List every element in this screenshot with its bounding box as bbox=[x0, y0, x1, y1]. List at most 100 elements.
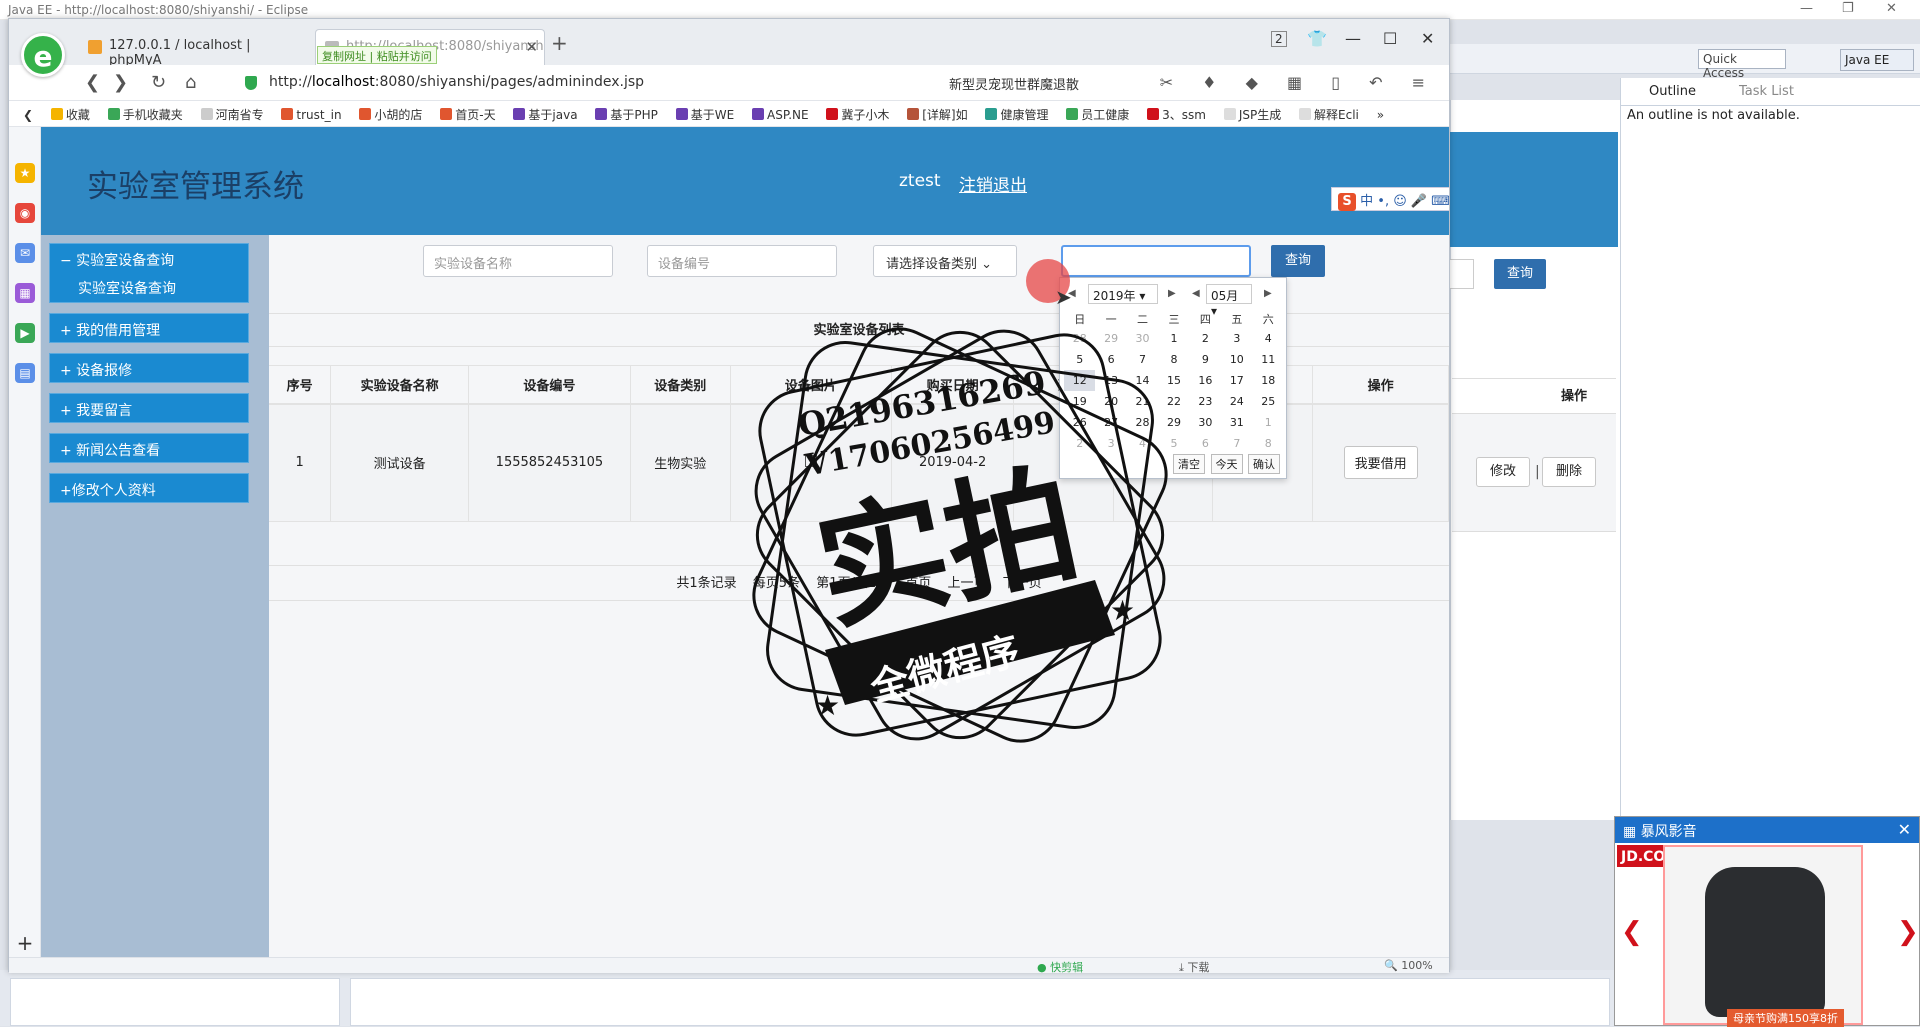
tab-phpmyadmin[interactable]: 127.0.0.1 / localhost | phpMyA bbox=[79, 29, 269, 68]
notes-icon[interactable]: ▤ bbox=[15, 363, 35, 383]
ad-next-icon[interactable]: ❯ bbox=[1897, 917, 1919, 947]
calendar-day[interactable]: 10 bbox=[1221, 349, 1252, 370]
calendar-day[interactable]: 3 bbox=[1221, 328, 1252, 349]
bookmark-item[interactable]: 小胡的店 bbox=[359, 101, 422, 123]
browser-logo-icon[interactable]: e bbox=[21, 33, 65, 77]
back-icon[interactable]: ❮ bbox=[85, 72, 100, 93]
sidebar-item-repair[interactable]: + 设备报修 bbox=[49, 353, 249, 383]
calendar-day[interactable]: 2 bbox=[1064, 433, 1095, 454]
pager-next[interactable]: 下一页 bbox=[1003, 576, 1042, 591]
calendar-day[interactable]: 27 bbox=[1095, 412, 1126, 433]
close-tab-icon[interactable]: ✕ bbox=[525, 38, 538, 56]
download-button[interactable]: ⤓ 下载 bbox=[1179, 959, 1209, 975]
quick-access-field[interactable]: Quick Access bbox=[1698, 49, 1786, 80]
calendar-day[interactable]: 18 bbox=[1253, 370, 1284, 391]
java-ee-perspective-button[interactable]: Java EE bbox=[1840, 49, 1914, 71]
bookmarks-back-icon[interactable]: ❮ bbox=[23, 103, 33, 122]
year-select[interactable]: 2019年 ▾ bbox=[1088, 284, 1158, 304]
edit-button[interactable]: 修改 bbox=[1476, 457, 1530, 487]
sidebar-subitem-equipment-query[interactable]: 实验室设备查询 bbox=[78, 278, 176, 298]
mail-icon[interactable]: ✉ bbox=[15, 243, 35, 263]
calendar-day[interactable]: 9 bbox=[1190, 349, 1221, 370]
sidebar-item-equipment-query[interactable]: − 实验室设备查询 实验室设备查询 bbox=[49, 243, 249, 303]
bookmark-item[interactable]: 解释Ecli bbox=[1299, 101, 1359, 123]
calendar-day[interactable]: 3 bbox=[1095, 433, 1126, 454]
calendar-day[interactable]: 6 bbox=[1190, 433, 1221, 454]
tab-task-list[interactable]: Task List bbox=[1739, 84, 1794, 99]
bookmark-item[interactable]: 冀子小木 bbox=[826, 101, 889, 123]
bookmark-item[interactable]: 首页-天 bbox=[440, 101, 496, 123]
today-button[interactable]: 今天 bbox=[1210, 454, 1243, 474]
sidebar-item-message[interactable]: + 我要留言 bbox=[49, 393, 249, 423]
calendar-day[interactable]: 6 bbox=[1095, 349, 1126, 370]
minimize-icon[interactable]: — bbox=[1345, 29, 1361, 48]
background-query-button[interactable]: 查询 bbox=[1494, 259, 1546, 289]
calendar-day[interactable]: 20 bbox=[1095, 391, 1126, 412]
calendar-day[interactable]: 28 bbox=[1064, 328, 1095, 349]
close-window-icon[interactable]: ✕ bbox=[1421, 29, 1434, 48]
favorites-icon[interactable]: ★ bbox=[15, 163, 35, 183]
calendar-day[interactable]: 4 bbox=[1127, 433, 1158, 454]
calendar-day[interactable]: 13 bbox=[1095, 370, 1126, 391]
sidebar-item-profile[interactable]: +修改个人资料 bbox=[49, 473, 249, 503]
bookmark-item[interactable]: 健康管理 bbox=[985, 101, 1048, 123]
bookmarks-more-icon[interactable]: » bbox=[1377, 103, 1384, 122]
next-month-icon[interactable]: ▶ bbox=[1264, 288, 1272, 299]
sidebar-item-borrow[interactable]: + 我的借用管理 bbox=[49, 313, 249, 343]
calendar-day[interactable]: 26 bbox=[1064, 412, 1095, 433]
clear-button[interactable]: 清空 bbox=[1173, 454, 1205, 474]
query-button[interactable]: 查询 bbox=[1271, 245, 1325, 277]
calendar-day[interactable]: 29 bbox=[1158, 412, 1189, 433]
calendar-day[interactable]: 4 bbox=[1253, 328, 1284, 349]
eclipse-close-icon[interactable]: ✕ bbox=[1886, 1, 1897, 16]
date-input[interactable] bbox=[1061, 245, 1251, 277]
calendar-day[interactable]: 22 bbox=[1158, 391, 1189, 412]
video-icon[interactable]: ▶ bbox=[15, 323, 35, 343]
new-tab-icon[interactable]: + bbox=[551, 31, 568, 55]
calendar-day[interactable]: 1 bbox=[1253, 412, 1284, 433]
tab-outline[interactable]: Outline bbox=[1649, 84, 1696, 99]
bookmark-item[interactable]: trust_in bbox=[281, 103, 342, 122]
calendar-day[interactable]: 8 bbox=[1253, 433, 1284, 454]
refresh-icon[interactable]: ↻ bbox=[151, 72, 166, 93]
ime-toolbar[interactable]: S 中 •, ☺ 🎤 ⌨ ✉ 👕 ▦ bbox=[1331, 187, 1449, 211]
bookmark-item[interactable]: 3、ssm bbox=[1147, 101, 1206, 123]
toolbar-icons[interactable]: ✂ ♦ ◆ ▦ ▯ ↶ ≡ bbox=[1160, 73, 1437, 92]
calendar-day[interactable]: 11 bbox=[1253, 349, 1284, 370]
month-select[interactable]: 05月 ▾ bbox=[1206, 284, 1252, 318]
calendar-day[interactable]: 16 bbox=[1190, 370, 1221, 391]
eclipse-restore-icon[interactable]: ❐ bbox=[1842, 1, 1854, 16]
bookmark-item[interactable]: ASP.NE bbox=[752, 103, 809, 122]
calendar-day[interactable]: 24 bbox=[1221, 391, 1252, 412]
prev-month-icon[interactable]: ◀ bbox=[1192, 288, 1200, 299]
forward-icon[interactable]: ❯ bbox=[113, 72, 128, 93]
sidebar-item-news[interactable]: + 新闻公告查看 bbox=[49, 433, 249, 463]
apps-icon[interactable]: ▦ bbox=[15, 283, 35, 303]
equipment-code-input[interactable]: 设备编号 bbox=[647, 245, 837, 277]
calendar-day[interactable]: 30 bbox=[1190, 412, 1221, 433]
eclipse-minimize-icon[interactable]: — bbox=[1800, 1, 1813, 16]
bookmark-item[interactable]: 基于WE bbox=[675, 101, 734, 123]
bookmark-item[interactable]: 基于java bbox=[513, 101, 578, 123]
bookmark-item[interactable]: 基于PHP bbox=[595, 101, 658, 123]
calendar-day[interactable]: 30 bbox=[1127, 328, 1158, 349]
bookmark-item[interactable]: 河南省专 bbox=[200, 101, 264, 123]
weibo-icon[interactable]: ◉ bbox=[15, 203, 35, 223]
pager-first[interactable]: 首页 bbox=[905, 576, 931, 591]
calendar-day[interactable]: 17 bbox=[1221, 370, 1252, 391]
url-field[interactable]: http://localhost:8080/shiyanshi/pages/ad… bbox=[269, 74, 644, 90]
home-icon[interactable]: ⌂ bbox=[185, 72, 196, 93]
bookmark-item[interactable]: 手机收藏夹 bbox=[107, 101, 183, 123]
calendar-day[interactable]: 14 bbox=[1127, 370, 1158, 391]
calendar-day[interactable]: 12 bbox=[1064, 370, 1096, 391]
ad-image[interactable] bbox=[1663, 845, 1863, 1025]
bookmark-item[interactable]: 员工健康 bbox=[1066, 101, 1129, 123]
copy-url-hint[interactable]: 复制网址 | 粘贴并访问 bbox=[317, 46, 437, 64]
ad-prev-icon[interactable]: ❮ bbox=[1621, 917, 1643, 947]
calendar-day[interactable]: 7 bbox=[1127, 349, 1158, 370]
category-select[interactable]: 请选择设备类别 ⌄ bbox=[873, 245, 1017, 277]
calendar-day[interactable]: 19 bbox=[1064, 391, 1095, 412]
borrow-button[interactable]: 我要借用 bbox=[1343, 446, 1418, 480]
equipment-name-input[interactable]: 实验设备名称 bbox=[423, 245, 613, 277]
calendar-day[interactable]: 25 bbox=[1253, 391, 1284, 412]
